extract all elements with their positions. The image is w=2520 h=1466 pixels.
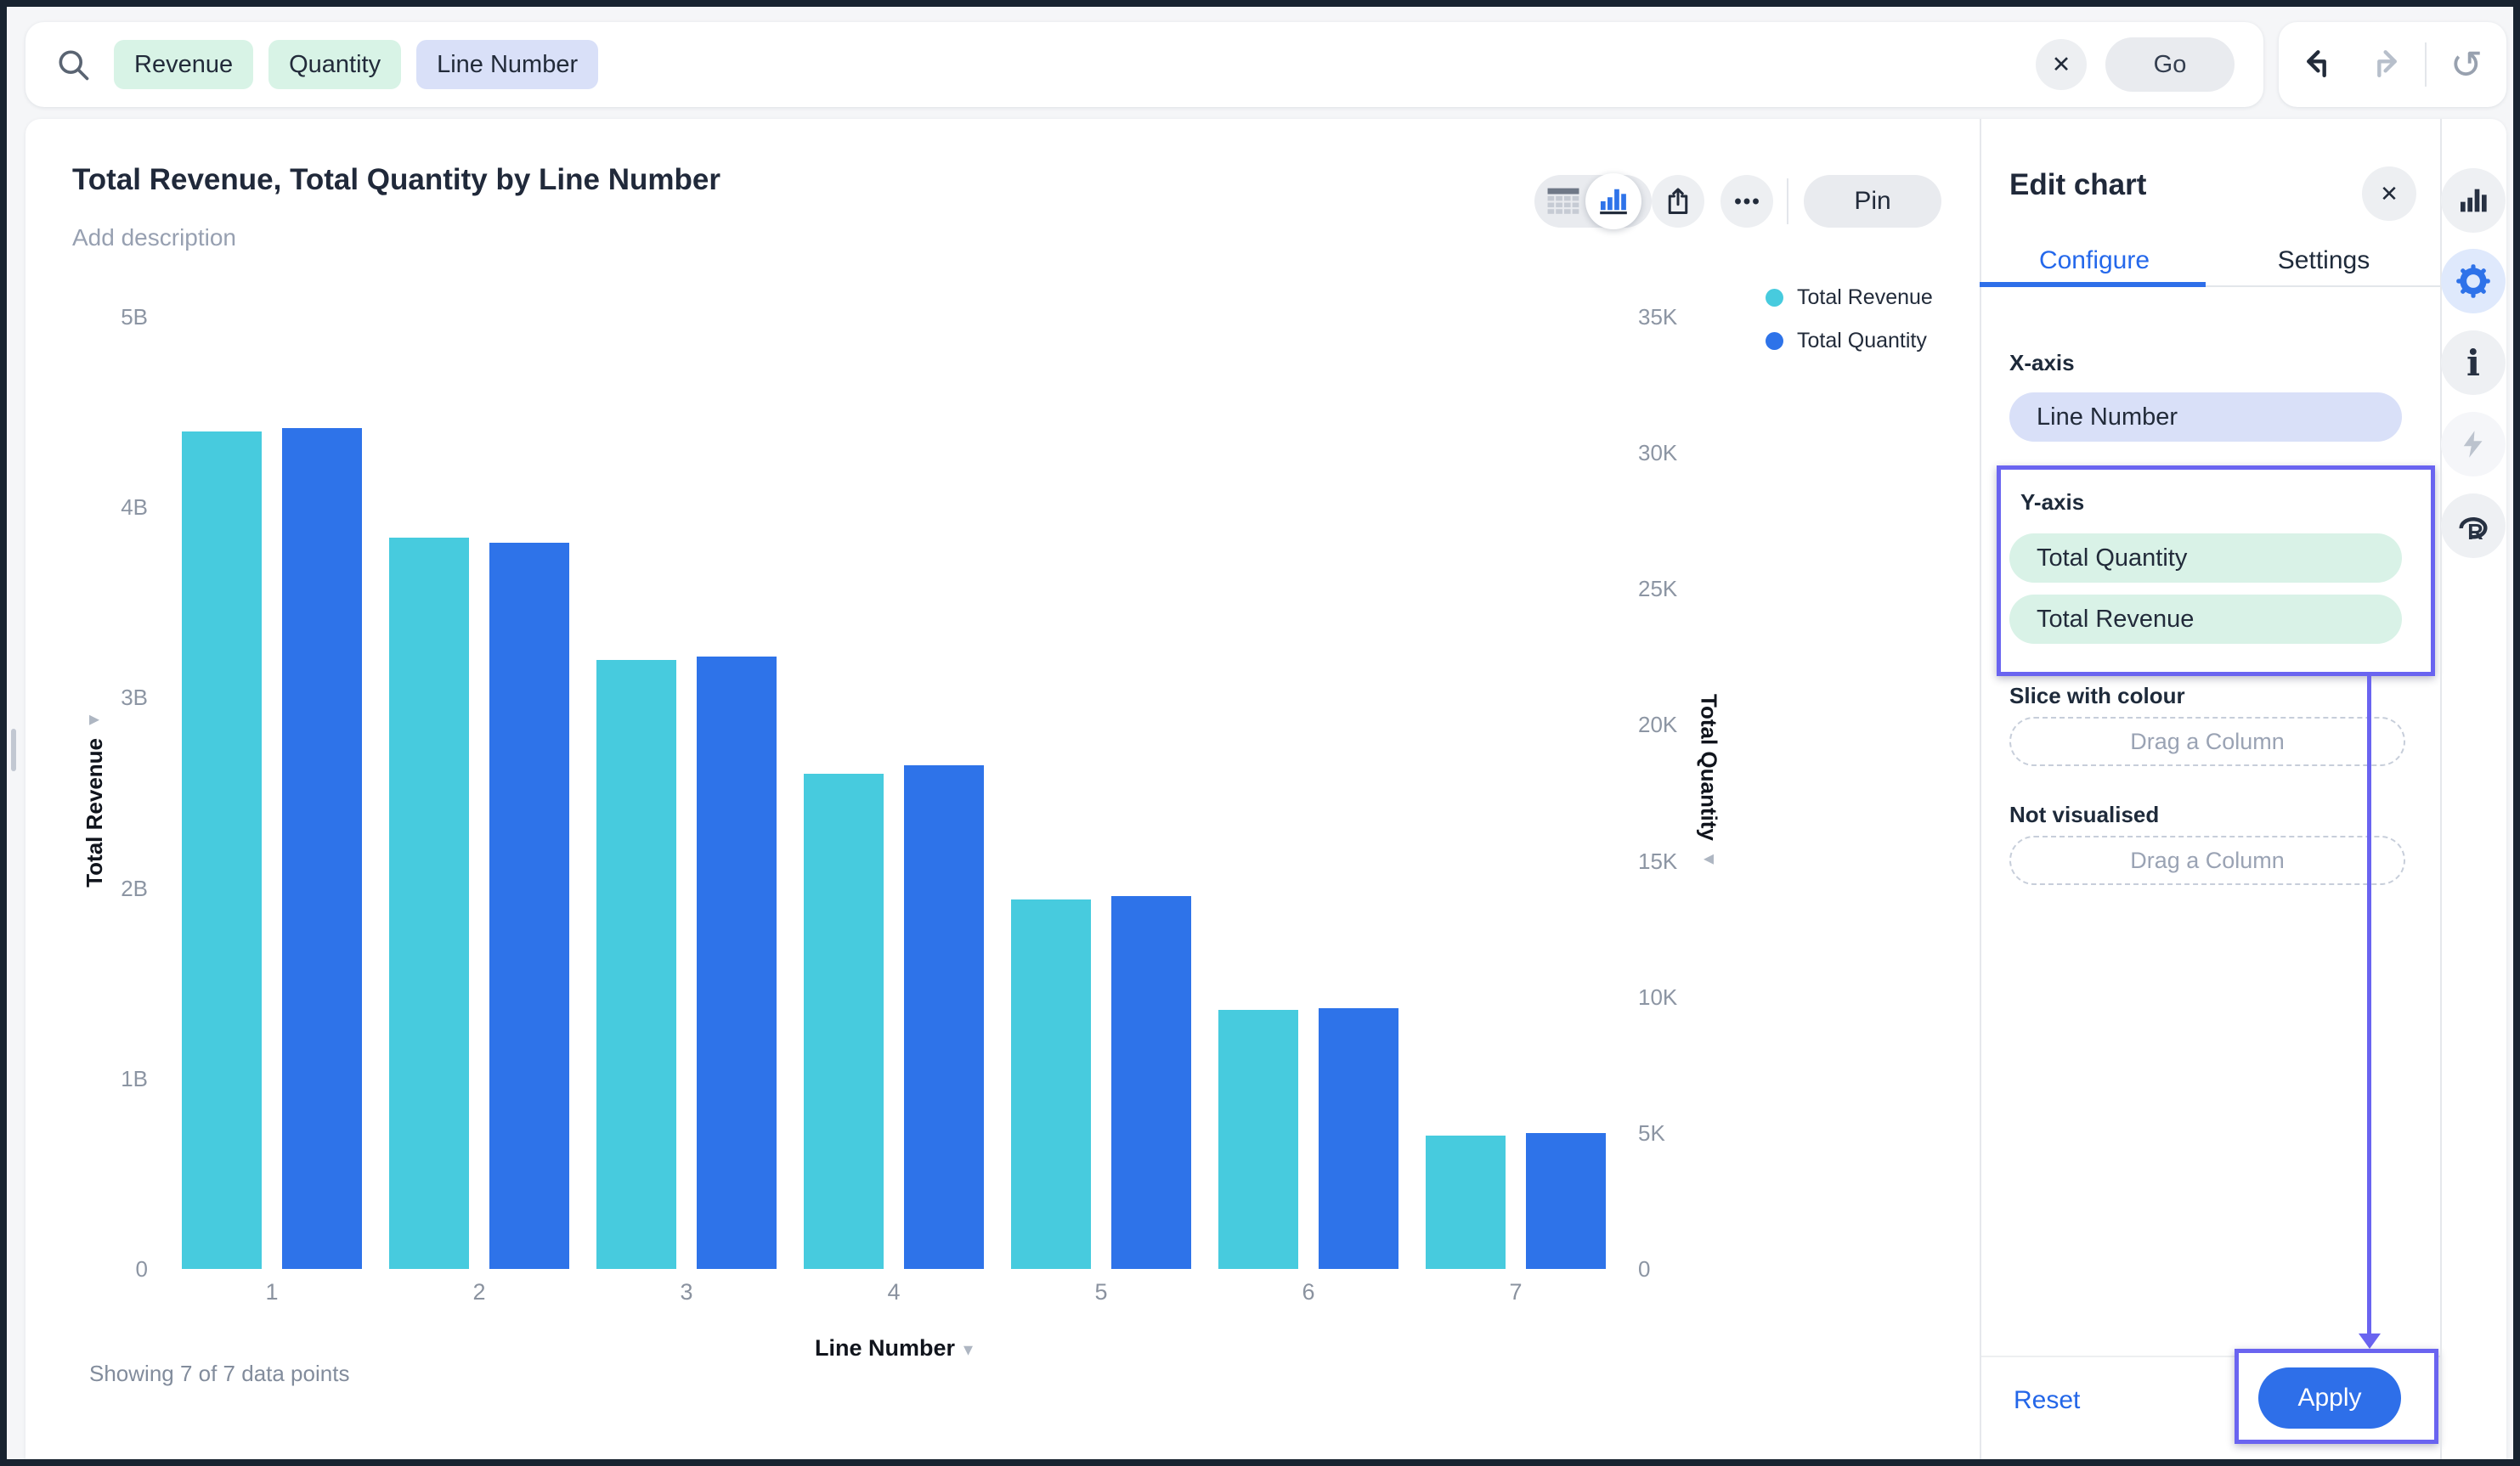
x-tick-4: 4 (887, 1279, 901, 1305)
y-axis-field-total-revenue[interactable]: Total Revenue (2009, 595, 2402, 644)
active-tab-underline (1980, 282, 2206, 287)
gear-icon (2456, 264, 2490, 298)
search-token-quantity[interactable]: Quantity (268, 40, 402, 89)
rail-divider (2440, 119, 2442, 1459)
bar-total-revenue-4[interactable] (804, 774, 884, 1269)
svg-text:R: R (2467, 521, 2483, 544)
bar-total-revenue-6[interactable] (1218, 1010, 1298, 1269)
x-tick-7: 7 (1509, 1279, 1523, 1305)
clear-search-button[interactable]: ✕ (2036, 39, 2087, 90)
x-tick-2: 2 (472, 1279, 486, 1305)
x-tick-6: 6 (1302, 1279, 1315, 1305)
right-axis-title-label: Total Quantity (1696, 693, 1722, 841)
slice-dropzone[interactable]: Drag a Column (2009, 717, 2405, 766)
edit-chart-title: Edit chart (2009, 168, 2147, 201)
tab-configure[interactable]: Configure (1980, 246, 2209, 275)
left-axis-title-label: Total Revenue (81, 738, 107, 888)
spotiq-button[interactable] (2441, 412, 2506, 476)
x-axis-section-label: X-axis (2009, 350, 2075, 375)
search-token-revenue[interactable]: Revenue (114, 40, 254, 89)
x-axis-title[interactable]: Line Number ▾ (724, 1335, 1064, 1362)
not-visualised-dropzone[interactable]: Drag a Column (2009, 836, 2405, 885)
x-axis-field-line-number[interactable]: Line Number (2009, 392, 2402, 442)
bar-total-quantity-6[interactable] (1319, 1007, 1398, 1269)
chart-types-button[interactable] (2441, 168, 2506, 233)
r-logo-icon: R (2459, 517, 2488, 544)
bar-total-quantity-5[interactable] (1111, 896, 1191, 1269)
bar-total-quantity-3[interactable] (697, 657, 777, 1269)
y-axis-section-label: Y-axis (2020, 489, 2085, 515)
go-button[interactable]: Go (2105, 37, 2235, 92)
left-axis-title[interactable]: ▸ Total Revenue (66, 671, 122, 926)
answer-card: Total Revenue, Total Quantity by Line Nu… (25, 119, 2506, 1459)
sort-triangle-icon: ▾ (963, 1339, 974, 1360)
toolbar-divider (2424, 42, 2427, 87)
apply-button[interactable]: Apply (2258, 1367, 2401, 1429)
page-background: Revenue Quantity Line Number ✕ Go ↺ Total … (7, 7, 2513, 1459)
search-icon (59, 50, 89, 81)
bar-total-revenue-3[interactable] (596, 659, 676, 1269)
close-panel-button[interactable]: ✕ (2362, 166, 2416, 221)
bar-total-revenue-2[interactable] (389, 538, 469, 1269)
x-tick-1: 1 (265, 1279, 279, 1305)
right-axis-title[interactable]: Total Quantity ◂ (1681, 654, 1737, 909)
annotation-arrow (2367, 676, 2371, 1335)
x-tick-3: 3 (680, 1279, 693, 1305)
bar-total-quantity-1[interactable] (282, 428, 362, 1269)
reset-button[interactable]: Reset (2014, 1386, 2080, 1415)
history-toolbar: ↺ (2279, 22, 2506, 107)
sort-triangle-icon: ◂ (1703, 847, 1715, 871)
panel-resize-handle[interactable] (11, 729, 16, 771)
bar-total-revenue-1[interactable] (182, 431, 262, 1269)
bar-total-revenue-7[interactable] (1426, 1136, 1506, 1269)
sort-triangle-icon: ▸ (88, 708, 100, 731)
search-token-line-number[interactable]: Line Number (416, 40, 599, 89)
bar-total-quantity-4[interactable] (904, 765, 984, 1269)
not-visualised-section-label: Not visualised (2009, 802, 2160, 827)
panel-divider (1980, 119, 1981, 1459)
info-button[interactable]: i (2441, 330, 2506, 395)
app-window: Revenue Quantity Line Number ✕ Go ↺ Total … (0, 0, 2520, 1466)
lightning-icon (2463, 431, 2483, 458)
search-bar[interactable]: Revenue Quantity Line Number ✕ Go (25, 22, 2263, 107)
tab-settings[interactable]: Settings (2209, 246, 2438, 275)
r-analysis-button[interactable]: R (2441, 493, 2506, 558)
annotation-arrow-head (2359, 1333, 2381, 1349)
reset-history-icon[interactable]: ↺ (2450, 45, 2483, 84)
undo-icon[interactable] (2302, 46, 2340, 83)
data-points-status: Showing 7 of 7 data points (89, 1361, 350, 1386)
bar-chart-icon (2461, 189, 2487, 212)
y-axis-field-total-quantity[interactable]: Total Quantity (2009, 533, 2402, 583)
x-tick-5: 5 (1094, 1279, 1108, 1305)
configure-chart-button[interactable] (2441, 249, 2506, 313)
slice-section-label: Slice with colour (2009, 683, 2185, 708)
info-icon: i (2466, 341, 2480, 384)
search-tokens: Revenue Quantity Line Number (114, 40, 2036, 89)
redo-icon[interactable] (2364, 46, 2401, 83)
x-axis-title-label: Line Number (814, 1335, 955, 1361)
bar-total-revenue-5[interactable] (1011, 899, 1091, 1269)
bar-total-quantity-7[interactable] (1526, 1132, 1606, 1269)
bar-total-quantity-2[interactable] (489, 542, 569, 1269)
